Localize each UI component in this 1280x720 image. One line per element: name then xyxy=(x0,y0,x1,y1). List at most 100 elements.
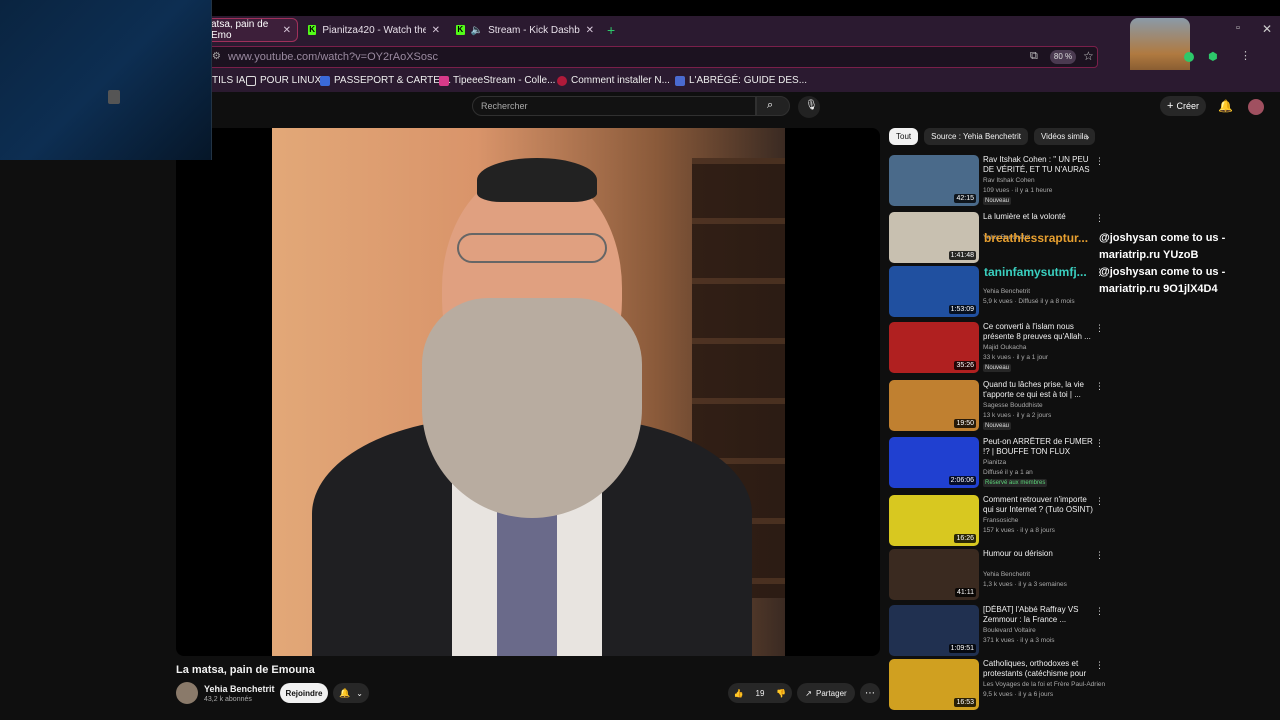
more-options-icon[interactable]: ⋮ xyxy=(1095,381,1104,392)
dislike-icon[interactable]: 👎 xyxy=(776,689,786,698)
video-thumbnail[interactable]: 1:41:48 xyxy=(889,212,979,263)
chevron-right-icon[interactable]: › xyxy=(1086,132,1089,143)
video-thumbnail[interactable]: 1:09:51 xyxy=(889,605,979,656)
video-player[interactable] xyxy=(176,128,880,656)
new-tab-button[interactable]: + xyxy=(607,22,615,38)
mic-button[interactable]: 🎙 xyxy=(798,96,820,118)
close-icon[interactable]: ✕ xyxy=(586,25,594,36)
speaker-icon[interactable]: 🔈 xyxy=(471,25,483,36)
bookmark-item[interactable]: TILS IA xyxy=(212,75,245,86)
recommendation-channel[interactable]: Les Voyages de la foi et Frère Paul-Adri… xyxy=(983,681,1105,688)
video-thumbnail[interactable]: 16:26 xyxy=(889,495,979,546)
search-button[interactable]: ⌕ xyxy=(756,96,790,116)
tab-active[interactable]: atsa, pain de Emo ✕ xyxy=(204,18,298,42)
recommendation-item[interactable]: 16:26 Comment retrouver n'importe qui sur… xyxy=(889,495,1104,547)
filter-chips: Tout Source : Yehia Benchetrit Vidéos si… xyxy=(889,128,1095,145)
recommendation-channel[interactable]: Fransosiche xyxy=(983,517,1018,524)
close-icon[interactable]: ✕ xyxy=(432,25,440,36)
site-icon xyxy=(557,75,567,86)
window-maximize-icon[interactable]: ▫ xyxy=(1236,22,1240,34)
chip-all[interactable]: Tout xyxy=(889,128,919,145)
share-button[interactable]: ↗ Partager xyxy=(797,683,855,703)
recommendation-channel[interactable]: Boulevard Voltaire xyxy=(983,627,1036,634)
recommendation-item[interactable]: 35:26 Ce converti à l'islam nous présente… xyxy=(889,322,1104,374)
chip-source[interactable]: Source : Yehia Benchetrit xyxy=(924,128,1028,145)
menu-icon[interactable]: ⋮ xyxy=(1240,49,1251,62)
recommendation-channel[interactable]: Rav Itshak Cohen xyxy=(983,177,1035,184)
recommendation-title[interactable]: Humour ou dérision xyxy=(983,549,1093,569)
recommendation-item[interactable]: 41:11 Humour ou dérision Yehia Benchetrit 1… xyxy=(889,549,1104,601)
video-thumbnail[interactable]: 19:50 xyxy=(889,380,979,431)
close-icon[interactable]: ✕ xyxy=(283,25,291,36)
video-thumbnail[interactable]: 41:11 xyxy=(889,549,979,600)
search-input[interactable]: Rechercher xyxy=(472,96,756,116)
zoom-indicator[interactable]: 80 % xyxy=(1050,50,1076,64)
more-actions-button[interactable]: ⋯ xyxy=(860,683,880,703)
recommendation-channel[interactable]: Sagesse Bouddhiste xyxy=(983,402,1043,409)
window-close-icon[interactable]: ✕ xyxy=(1262,22,1272,36)
channel-avatar[interactable] xyxy=(176,682,198,704)
recommendation-title[interactable]: Quand tu lâches prise, la vie t'apporte … xyxy=(983,380,1093,400)
video-thumbnail[interactable]: 1:53:09 xyxy=(889,266,979,317)
pip-icon[interactable]: ⧉ xyxy=(1030,50,1038,63)
video-duration: 2:06:06 xyxy=(948,476,976,485)
tab-kick-dashboard[interactable]: K 🔈 Stream - Kick Dashboar ✕ xyxy=(450,18,600,42)
bookmark-item[interactable]: TipeeeStream - Colle... xyxy=(439,75,555,86)
recommendation-title[interactable]: Rav Itshak Cohen : " UN PEU DE VÉRITÉ, E… xyxy=(983,155,1093,175)
bookmark-item[interactable]: L'ABRÉGÉ: GUIDE DES... xyxy=(675,75,807,86)
tab-pianitza[interactable]: K Pianitza420 - Watch the VO ✕ xyxy=(302,18,446,42)
notifications-icon[interactable]: 🔔 xyxy=(1218,99,1233,113)
more-options-icon[interactable]: ⋮ xyxy=(1095,606,1104,617)
recommendation-title[interactable]: Catholiques, orthodoxes et protestants (… xyxy=(983,659,1093,679)
bookmark-item[interactable]: POUR LINUX xyxy=(246,75,321,86)
recommendation-item[interactable]: 16:53 Catholiques, orthodoxes et protesta… xyxy=(889,659,1105,711)
more-options-icon[interactable]: ⋮ xyxy=(1095,323,1104,334)
url-text[interactable]: www.youtube.com/watch?v=OY2rAoXSosc xyxy=(228,51,438,63)
like-dislike-buttons[interactable]: 👍 19 👎 xyxy=(728,683,792,703)
video-thumbnail[interactable]: 2:06:06 xyxy=(889,437,979,488)
extension-icon[interactable]: ⬢ xyxy=(1208,50,1218,63)
recommendation-meta: 13 k vues · il y a 2 jours xyxy=(983,412,1052,419)
recommendation-title[interactable]: [DÉBAT] l'Abbé Raffray VS Zemmour : la F… xyxy=(983,605,1093,625)
recommendation-channel[interactable]: Yehia Benchetrit xyxy=(983,288,1030,295)
bookmark-item[interactable]: Comment installer N... xyxy=(557,75,670,86)
search-icon: ⌕ xyxy=(767,99,774,111)
recommendation-title[interactable]: La lumière et la volonté xyxy=(983,212,1093,232)
recommendation-item[interactable]: 42:15 Rav Itshak Cohen : " UN PEU DE VÉRI… xyxy=(889,155,1104,207)
create-button[interactable]: + Créer xyxy=(1160,96,1206,116)
recommendation-item[interactable]: 2:06:06 Peut-on ARRÊTER de FUMER !? | BOU… xyxy=(889,437,1104,489)
bookmark-label: TipeeeStream - Colle... xyxy=(453,75,556,86)
subscriber-count: 43,2 k abonnés xyxy=(204,696,252,703)
account-avatar[interactable] xyxy=(1248,99,1264,115)
video-thumbnail[interactable]: 35:26 xyxy=(889,322,979,373)
recommendation-title[interactable]: Ce converti à l'islam nous présente 8 pr… xyxy=(983,322,1093,342)
more-options-icon[interactable]: ⋮ xyxy=(1095,213,1104,224)
recommendation-title[interactable]: Peut-on ARRÊTER de FUMER !? | BOUFFE TON… xyxy=(983,437,1093,457)
more-options-icon[interactable]: ⋮ xyxy=(1095,156,1104,167)
video-thumbnail[interactable]: 16:53 xyxy=(889,659,979,710)
star-icon[interactable]: ☆ xyxy=(1083,49,1094,63)
subscription-bell-button[interactable]: 🔔 ⌄ xyxy=(333,683,369,703)
video-duration: 1:41:48 xyxy=(948,251,976,260)
recommendation-channel[interactable]: Yehia Benchetrit xyxy=(983,571,1030,578)
tipeee-icon xyxy=(439,75,449,86)
more-options-icon[interactable]: ⋮ xyxy=(1095,438,1104,449)
bookmark-item[interactable]: PASSEPORT & CARTE ... xyxy=(320,75,451,86)
chat-username-2: taninfamysutmfj... xyxy=(984,265,1087,279)
chevron-down-icon: ⌄ xyxy=(356,688,363,698)
channel-name[interactable]: Yehia Benchetrit xyxy=(204,684,275,694)
recommendation-title[interactable]: Comment retrouver n'importe qui sur Inte… xyxy=(983,495,1093,515)
extension-icon[interactable] xyxy=(1184,52,1194,62)
more-options-icon[interactable]: ⋮ xyxy=(1095,550,1104,561)
bookmark-label: Comment installer N... xyxy=(571,75,670,86)
site-info-icon[interactable]: ⚙ xyxy=(212,51,221,62)
recommendation-item[interactable]: 19:50 Quand tu lâches prise, la vie t'app… xyxy=(889,380,1104,432)
like-icon[interactable]: 👍 xyxy=(734,689,744,698)
join-button[interactable]: Rejoindre xyxy=(280,683,328,703)
more-options-icon[interactable]: ⋮ xyxy=(1095,496,1104,507)
recommendation-channel[interactable]: Majid Oukacha xyxy=(983,344,1026,351)
recommendation-item[interactable]: 1:09:51 [DÉBAT] l'Abbé Raffray VS Zemmour… xyxy=(889,605,1104,657)
recommendation-channel[interactable]: Pianitza xyxy=(983,459,1006,466)
more-options-icon[interactable]: ⋮ xyxy=(1095,660,1104,671)
video-thumbnail[interactable]: 42:15 xyxy=(889,155,979,206)
